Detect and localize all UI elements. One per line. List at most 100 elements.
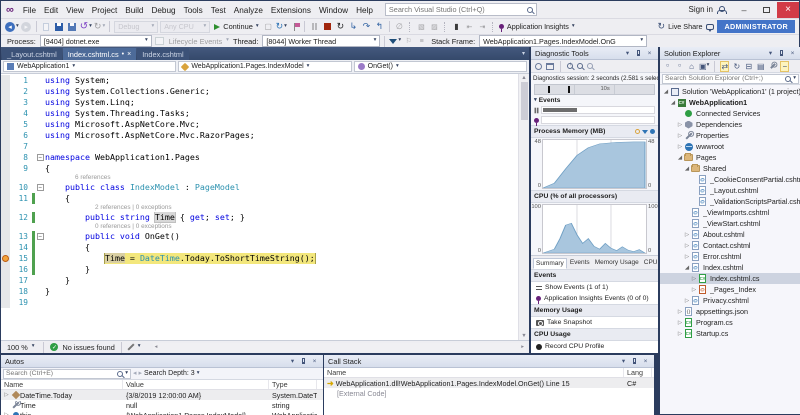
tree-item[interactable]: ▷@_Pages_Index <box>660 284 800 295</box>
column-header-type[interactable]: Type <box>269 380 317 389</box>
tab-summary[interactable]: Summary <box>533 258 567 269</box>
breakpoint-gutter[interactable] <box>1 204 10 212</box>
restart-app-button[interactable]: ↻▾ <box>276 21 287 33</box>
gc-marker-icon[interactable] <box>650 129 655 134</box>
timeline-ruler[interactable]: 10s <box>534 84 655 95</box>
tree-item[interactable]: ▷Properties <box>660 130 800 141</box>
fold-marker-icon[interactable]: − <box>37 154 44 161</box>
editor-horizontal-scrollbar[interactable]: ◂▸ <box>153 343 526 352</box>
zoom-level-dropdown[interactable]: 100 %▾ <box>4 342 37 353</box>
process-dropdown[interactable]: [9404] dotnet.exe▾ <box>40 35 152 47</box>
administrator-badge[interactable]: ADMINISTRATOR <box>717 20 795 33</box>
forward-icon[interactable]: ○ <box>675 61 684 72</box>
collapsed-icon[interactable]: ▷ <box>683 298 691 304</box>
collapsed-icon[interactable]: ▷ <box>676 133 684 139</box>
quick-search-box[interactable] <box>385 3 537 16</box>
close-button[interactable]: × <box>777 2 799 18</box>
snapshot-marker-icon[interactable] <box>635 129 640 134</box>
breakpoint-gutter[interactable] <box>1 242 10 253</box>
autos-header[interactable]: Autos ▾ × <box>1 355 323 368</box>
fold-marker-icon[interactable]: − <box>37 184 44 191</box>
new-file-icon[interactable] <box>41 21 52 33</box>
column-header-name[interactable]: Name <box>1 380 123 389</box>
solution-explorer-search-input[interactable] <box>665 75 783 82</box>
tab-events[interactable]: Events <box>568 258 592 269</box>
preview-selected-icon[interactable]: − <box>780 61 789 72</box>
maximize-button[interactable] <box>755 2 777 18</box>
pin-icon[interactable] <box>780 50 783 56</box>
tab-memory-usage[interactable]: Memory Usage <box>593 258 641 269</box>
tree-item[interactable]: ◢C#WebApplication1 <box>660 97 800 108</box>
application-insights-button[interactable]: Application Insights ▾ <box>499 21 575 33</box>
expanded-icon[interactable]: ◢ <box>676 155 684 161</box>
export-icon[interactable] <box>546 63 554 70</box>
pin-icon[interactable] <box>637 50 640 56</box>
breakpoint-gutter[interactable] <box>1 182 10 193</box>
expanded-icon[interactable]: ◢ <box>683 265 691 271</box>
breakpoint-gutter[interactable] <box>1 141 10 152</box>
tree-item[interactable]: @_CookieConsentPartial.cshtml <box>660 174 800 185</box>
breakpoint-gutter[interactable] <box>1 264 10 275</box>
codelens-text[interactable]: 2 references | 0 exceptions <box>45 204 518 212</box>
tree-item[interactable]: Connected Services <box>660 108 800 119</box>
breakpoint-gutter[interactable] <box>1 286 10 297</box>
autos-search-input[interactable] <box>6 370 115 377</box>
solution-platform-dropdown[interactable]: Any CPU▾ <box>160 21 210 33</box>
search-depth-dropdown[interactable]: 3▾ <box>191 370 200 377</box>
summary-item[interactable]: Record CPU Profile <box>531 341 658 352</box>
collapsed-icon[interactable]: ▷ <box>683 232 691 238</box>
column-header-lang[interactable]: Lang <box>624 368 652 377</box>
breakpoint-gutter[interactable] <box>1 231 10 242</box>
autos-search-box[interactable]: ▾ <box>3 369 131 379</box>
frames-icon[interactable]: ≡ <box>416 35 427 47</box>
autos-row[interactable]: Timenullstring <box>1 400 323 410</box>
breakpoint-gutter[interactable] <box>1 223 10 231</box>
breakpoint-gutter[interactable] <box>1 86 10 97</box>
search-back-icon[interactable]: ◂ <box>133 370 137 377</box>
expanded-icon[interactable]: ◢ <box>683 166 691 172</box>
window-menu-icon[interactable]: ▾ <box>619 357 628 365</box>
tree-item[interactable]: ▷C#Index.cshtml.cs <box>660 273 800 284</box>
navigate-forward-button[interactable]: ▸ <box>21 21 32 33</box>
summary-item[interactable]: Take Snapshot <box>531 317 658 328</box>
column-header-name[interactable]: Name <box>324 368 624 377</box>
breakpoint-gutter[interactable] <box>1 253 10 264</box>
menu-edit[interactable]: Edit <box>40 4 62 17</box>
tree-item[interactable]: ▷@Contact.cshtml <box>660 240 800 251</box>
uncomment-icon[interactable]: ▨ <box>429 21 440 33</box>
thread-filter-icon[interactable]: ▾ <box>389 35 401 47</box>
codelens-text[interactable]: 6 references <box>45 174 518 182</box>
menu-extensions[interactable]: Extensions <box>267 4 315 17</box>
live-share-button[interactable]: ↻ Live Share <box>658 21 703 33</box>
search-forward-icon[interactable]: ▸ <box>139 370 143 377</box>
save-all-button[interactable] <box>67 21 78 33</box>
menu-file[interactable]: File <box>19 4 40 17</box>
continue-button[interactable]: Continue ▾ <box>212 21 260 33</box>
collapsed-icon[interactable]: ▷ <box>683 243 691 249</box>
tree-item[interactable]: @_Layout.cshtml <box>660 185 800 196</box>
undo-button[interactable]: ↺▾ <box>80 21 92 33</box>
show-all-files-icon[interactable]: ▤ <box>756 61 765 72</box>
type-dropdown[interactable]: WebApplication1.Pages.IndexModel▾ <box>178 61 351 72</box>
comment-icon[interactable]: ▧ <box>416 21 427 33</box>
column-header-value[interactable]: Value <box>123 380 269 389</box>
close-icon[interactable]: × <box>645 50 654 57</box>
redo-button[interactable]: ↻▾ <box>94 21 105 33</box>
restart-debugging-button[interactable]: ↻ <box>335 21 346 33</box>
tree-item[interactable]: ▷@About.cshtml <box>660 229 800 240</box>
menu-view[interactable]: View <box>62 4 88 17</box>
settings-gear-icon[interactable] <box>535 63 542 70</box>
pin-icon[interactable] <box>302 358 305 364</box>
collapsed-icon[interactable]: ▷ <box>690 287 698 293</box>
autos-row[interactable]: ▷this{WebApplication1.Pages.IndexModel}W… <box>1 410 323 415</box>
tree-item[interactable]: ◢Solution 'WebApplication1' (1 project) <box>660 86 800 97</box>
break-all-button[interactable] <box>309 21 320 33</box>
codelens-text[interactable]: 0 references | 0 exceptions <box>45 223 518 231</box>
code-map-icon[interactable]: ∅ <box>394 21 405 33</box>
current-statement-marker-icon[interactable] <box>2 255 9 262</box>
pin-icon[interactable] <box>633 358 636 364</box>
tree-item[interactable]: ▷wwwroot <box>660 141 800 152</box>
collapse-all-icon[interactable]: ⊟ <box>744 61 753 72</box>
close-icon[interactable]: × <box>788 50 797 57</box>
properties-icon[interactable] <box>768 61 777 72</box>
